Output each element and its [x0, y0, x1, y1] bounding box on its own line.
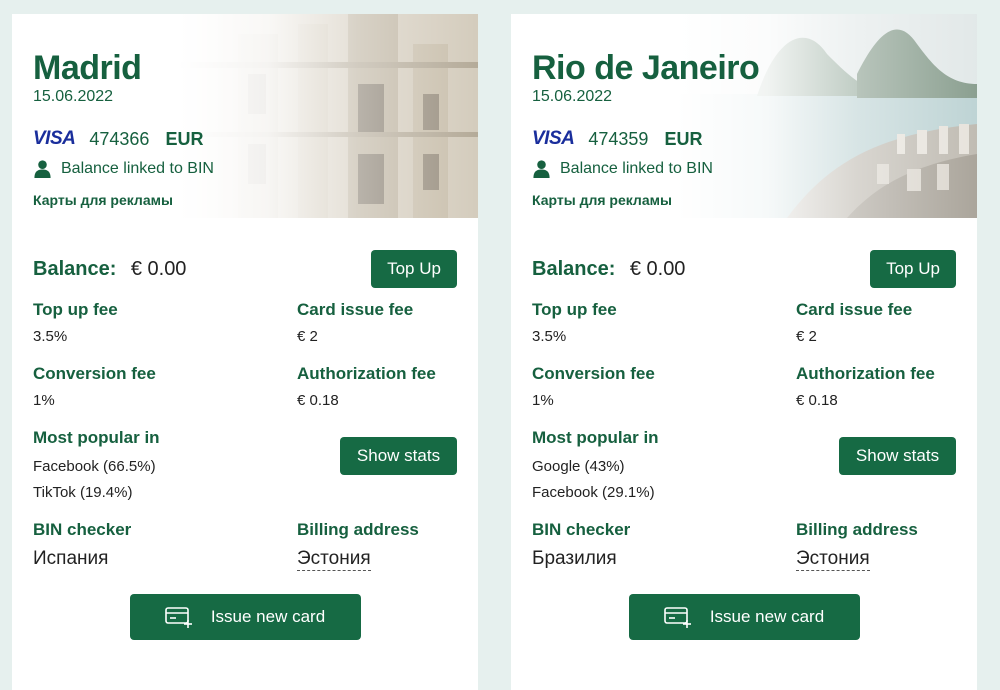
visa-logo: VISA: [33, 128, 76, 149]
card-rio-de-janeiro: Rio de Janeiro 15.06.2022 VISA 474359 EU…: [511, 14, 977, 690]
card-issue-fee-label: Card issue fee: [297, 300, 414, 319]
card-madrid: Madrid 15.06.2022 VISA 474366 EUR Balanc…: [12, 14, 478, 690]
conversion-fee-label: Conversion fee: [532, 364, 655, 383]
issue-new-card-button[interactable]: Issue new card: [628, 594, 860, 640]
most-popular-section: Most popular in Facebook (66.5%) TikTok …: [33, 428, 457, 518]
balance-label: Balance:: [33, 257, 117, 280]
card-number-line: VISA 474359 EUR: [532, 128, 977, 150]
balance-link-line: Balance linked to BIN: [532, 159, 977, 178]
top-up-button[interactable]: Top Up: [371, 250, 457, 288]
card-header: Rio de Janeiro 15.06.2022 VISA 474359 EU…: [511, 14, 977, 218]
card-bin: 474359: [588, 128, 649, 149]
balance-value: € 0.00: [629, 257, 686, 280]
balance-row: Balance: € 0.00 Top Up: [532, 250, 956, 288]
card-city-title: Rio de Janeiro: [532, 49, 760, 87]
card-tag: Карты для рекламы: [532, 192, 672, 208]
top-up-fee-label: Top up fee: [33, 300, 118, 319]
card-currency: EUR: [664, 128, 703, 149]
show-stats-button[interactable]: Show stats: [839, 437, 956, 475]
conversion-fee-label: Conversion fee: [33, 364, 156, 383]
top-up-fee-value: 3.5%: [532, 328, 567, 345]
card-issue-fee-value: € 2: [297, 328, 318, 345]
authorization-fee-value: € 0.18: [796, 392, 838, 409]
visa-logo: VISA: [532, 128, 575, 149]
balance-link-line: Balance linked to BIN: [33, 159, 478, 178]
fees-grid: Top up fee 3.5% Card issue fee € 2 Conve…: [532, 300, 956, 571]
card-body: Balance: € 0.00 Top Up Top up fee 3.5% C…: [511, 250, 977, 640]
billing-address-label: Billing address: [796, 520, 918, 539]
issue-new-card-label: Issue new card: [709, 607, 825, 626]
card-body: Balance: € 0.00 Top Up Top up fee 3.5% C…: [12, 250, 478, 640]
issue-new-card-button[interactable]: Issue new card: [129, 594, 361, 640]
person-icon: [33, 159, 52, 178]
balance-row: Balance: € 0.00 Top Up: [33, 250, 457, 288]
card-tag: Карты для рекламы: [33, 192, 173, 208]
most-popular-section: Most popular in Google (43%) Facebook (2…: [532, 428, 956, 518]
balance-value: € 0.00: [130, 257, 187, 280]
card-plus-icon: [664, 606, 692, 628]
card-date: 15.06.2022: [532, 88, 613, 105]
bin-checker-value: Испания: [33, 548, 109, 569]
card-number-line: VISA 474366 EUR: [33, 128, 478, 150]
bin-checker-label: BIN checker: [532, 520, 631, 539]
bin-checker-value: Бразилия: [532, 548, 617, 569]
conversion-fee-value: 1%: [532, 392, 554, 409]
authorization-fee-value: € 0.18: [297, 392, 339, 409]
card-header: Madrid 15.06.2022 VISA 474366 EUR Balanc…: [12, 14, 478, 218]
billing-address-value[interactable]: Эстония: [297, 548, 371, 571]
card-city-title: Madrid: [33, 49, 142, 87]
card-issue-fee-value: € 2: [796, 328, 817, 345]
top-up-fee-label: Top up fee: [532, 300, 617, 319]
person-icon: [532, 159, 551, 178]
popular-item: TikTok (19.4%): [33, 484, 133, 501]
billing-address-label: Billing address: [297, 520, 419, 539]
balance-label: Balance:: [532, 257, 616, 280]
top-up-button[interactable]: Top Up: [870, 250, 956, 288]
balance-link-text: Balance linked to BIN: [560, 159, 713, 177]
card-currency: EUR: [165, 128, 204, 149]
fees-grid: Top up fee 3.5% Card issue fee € 2 Conve…: [33, 300, 457, 571]
authorization-fee-label: Authorization fee: [796, 364, 935, 383]
balance-link-text: Balance linked to BIN: [61, 159, 214, 177]
billing-address-value[interactable]: Эстония: [796, 548, 870, 571]
card-bin: 474366: [89, 128, 150, 149]
popular-item: Facebook (29.1%): [532, 484, 655, 501]
top-up-fee-value: 3.5%: [33, 328, 68, 345]
card-plus-icon: [165, 606, 193, 628]
card-issue-fee-label: Card issue fee: [796, 300, 913, 319]
authorization-fee-label: Authorization fee: [297, 364, 436, 383]
show-stats-button[interactable]: Show stats: [340, 437, 457, 475]
card-date: 15.06.2022: [33, 88, 114, 105]
bin-checker-label: BIN checker: [33, 520, 132, 539]
issue-new-card-label: Issue new card: [210, 607, 326, 626]
conversion-fee-value: 1%: [33, 392, 55, 409]
